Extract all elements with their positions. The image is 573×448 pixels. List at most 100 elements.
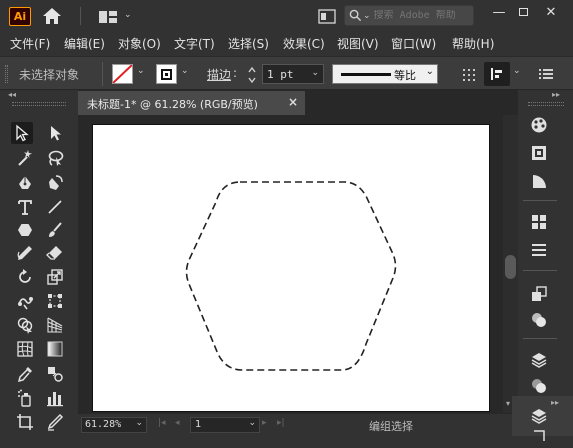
selection-tool-icon[interactable] <box>11 122 33 144</box>
stroke-weight-stepper[interactable] <box>247 66 259 84</box>
type-tool-icon[interactable] <box>14 196 36 218</box>
artboard[interactable] <box>92 124 490 412</box>
column-graph-icon[interactable] <box>44 387 66 409</box>
zoom-field[interactable]: 61.28% ⌄ <box>81 417 147 433</box>
search-input[interactable] <box>373 10 462 21</box>
control-bar-grip[interactable] <box>5 65 8 83</box>
stroke-profile-preview <box>341 73 391 76</box>
maximize-button[interactable] <box>508 0 538 24</box>
align-options-chevron-icon[interactable]: ⌄ <box>513 66 521 76</box>
search-options-chevron-icon[interactable]: ⌄ <box>363 11 371 21</box>
last-artboard-icon[interactable]: ▸| <box>277 418 285 428</box>
stroke-profile-dropdown[interactable]: 等比 ⌄ <box>332 64 438 84</box>
divider <box>80 7 81 25</box>
color-panel-icon[interactable] <box>526 113 552 137</box>
transform-icon[interactable] <box>526 282 552 306</box>
first-artboard-icon[interactable]: |◂ <box>158 418 166 428</box>
stroke-style-grid-icon[interactable] <box>462 68 476 82</box>
eraser-icon[interactable] <box>44 242 66 264</box>
close-window-button[interactable]: ✕ <box>536 0 566 24</box>
panel-menu-icon[interactable] <box>539 68 553 80</box>
stroke-swatch[interactable] <box>156 64 177 84</box>
chevron-down-icon[interactable]: ⌄ <box>124 10 132 20</box>
menu-help[interactable]: 帮助(H) <box>452 35 494 52</box>
previous-artboard-icon[interactable]: ◂ <box>175 418 180 428</box>
tools-panel-grip[interactable] <box>12 102 66 106</box>
stroke-weight-field[interactable]: 1 pt ⌄ <box>262 64 324 84</box>
menu-type[interactable]: 文字(T) <box>174 35 215 52</box>
menu-select[interactable]: 选择(S) <box>228 35 269 52</box>
scroll-down-arrow-icon[interactable]: ▾ <box>506 399 510 408</box>
scale-tool-icon[interactable] <box>44 266 66 288</box>
artboard-number-field[interactable]: 1 ⌄ <box>190 417 260 433</box>
collapse-panel-icon[interactable]: ◂◂ <box>8 90 16 99</box>
panel-dock-grip[interactable] <box>528 102 564 106</box>
magic-wand-icon[interactable] <box>14 147 36 169</box>
symbol-sprayer-icon[interactable] <box>14 387 36 409</box>
artboard-tool-icon[interactable] <box>14 411 36 433</box>
stroke-label[interactable]: 描边 <box>207 66 231 83</box>
rotate-tool-icon[interactable] <box>14 266 36 288</box>
dock-divider <box>523 200 557 201</box>
workspace-switcher-icon[interactable] <box>98 9 120 25</box>
stroke-label-colon: : <box>233 66 238 80</box>
pencil-icon[interactable] <box>14 242 36 264</box>
paintbrush-icon[interactable] <box>44 219 66 241</box>
next-artboard-icon[interactable]: ▸ <box>262 418 267 428</box>
direct-selection-tool-icon[interactable] <box>44 122 66 144</box>
libraries-icon[interactable] <box>526 424 552 448</box>
zoom-chevron-icon[interactable]: ⌄ <box>135 418 143 428</box>
hexagon-path[interactable] <box>92 124 490 412</box>
pen-tool-icon[interactable] <box>14 172 36 194</box>
artboard-number-chevron-icon[interactable]: ⌄ <box>248 418 256 428</box>
menu-window[interactable]: 窗口(W) <box>391 35 436 52</box>
fill-swatch[interactable] <box>112 64 133 84</box>
perspective-grid-icon[interactable] <box>44 314 66 336</box>
vertical-scrollbar[interactable]: ▾ <box>503 115 518 413</box>
home-icon[interactable] <box>42 7 64 27</box>
shape-builder-icon[interactable] <box>14 314 36 336</box>
fill-chevron-icon[interactable]: ⌄ <box>137 66 145 76</box>
pathfinder-icon[interactable] <box>526 308 552 332</box>
eyedropper-icon[interactable] <box>14 363 36 385</box>
expand-group-icon[interactable]: ▸▸ <box>551 398 559 407</box>
stroke-weight-chevron-icon[interactable]: ⌄ <box>311 68 319 78</box>
vertical-scroll-thumb[interactable] <box>505 255 516 279</box>
layers-icon[interactable] <box>526 348 552 372</box>
color-guide-icon[interactable] <box>526 141 552 165</box>
arrange-documents-icon[interactable] <box>318 9 336 24</box>
expand-panels-icon[interactable]: ▸▸ <box>552 90 560 99</box>
polygon-tool-icon[interactable] <box>14 219 36 241</box>
status-bar: 61.28% ⌄ |◂ ◂ 1 ⌄ ▸ ▸| 编组选择 <box>78 414 518 436</box>
blend-tool-icon[interactable] <box>44 363 66 385</box>
no-fill-icon <box>113 65 132 83</box>
mesh-tool-icon[interactable] <box>14 338 36 360</box>
menu-edit[interactable]: 编辑(E) <box>64 35 105 52</box>
stroke-profile-chevron-icon: ⌄ <box>425 66 434 77</box>
menu-bar: 文件(F) 编辑(E) 对象(O) 文字(T) 选择(S) 效果(C) 视图(V… <box>0 32 573 54</box>
gradient-tool-icon[interactable] <box>44 338 66 360</box>
puppet-warp-icon[interactable] <box>14 290 36 312</box>
stroke-swatch-icon <box>161 68 172 80</box>
slice-tool-icon[interactable] <box>44 411 66 433</box>
line-tool-icon[interactable] <box>44 196 66 218</box>
curvature-tool-icon[interactable] <box>44 172 66 194</box>
align-options-button[interactable] <box>484 62 510 86</box>
free-transform-icon[interactable] <box>44 290 66 312</box>
stroke-panel-icon[interactable] <box>526 169 552 193</box>
search-icon <box>349 9 362 22</box>
search-box[interactable]: ⌄ <box>344 5 474 26</box>
menu-effect[interactable]: 效果(C) <box>283 35 325 52</box>
menu-file[interactable]: 文件(F) <box>10 35 50 52</box>
menu-view[interactable]: 视图(V) <box>337 35 379 52</box>
stroke-chevron-icon[interactable]: ⌄ <box>181 66 189 76</box>
swatches-icon[interactable] <box>526 210 552 234</box>
lasso-icon[interactable] <box>44 147 66 169</box>
close-document-icon[interactable]: × <box>288 95 298 109</box>
menu-object[interactable]: 对象(O) <box>118 35 161 52</box>
selection-status: 未选择对象 <box>19 68 80 82</box>
document-tab[interactable]: 未标题-1* @ 61.28% (RGB/预览) × <box>78 91 305 115</box>
align-icon[interactable] <box>526 238 552 262</box>
control-bar: 未选择对象 ⌄ ⌄ 描边 : 1 pt ⌄ 等比 ⌄ ⌄ <box>0 56 573 90</box>
appearance-icon[interactable] <box>526 374 552 398</box>
